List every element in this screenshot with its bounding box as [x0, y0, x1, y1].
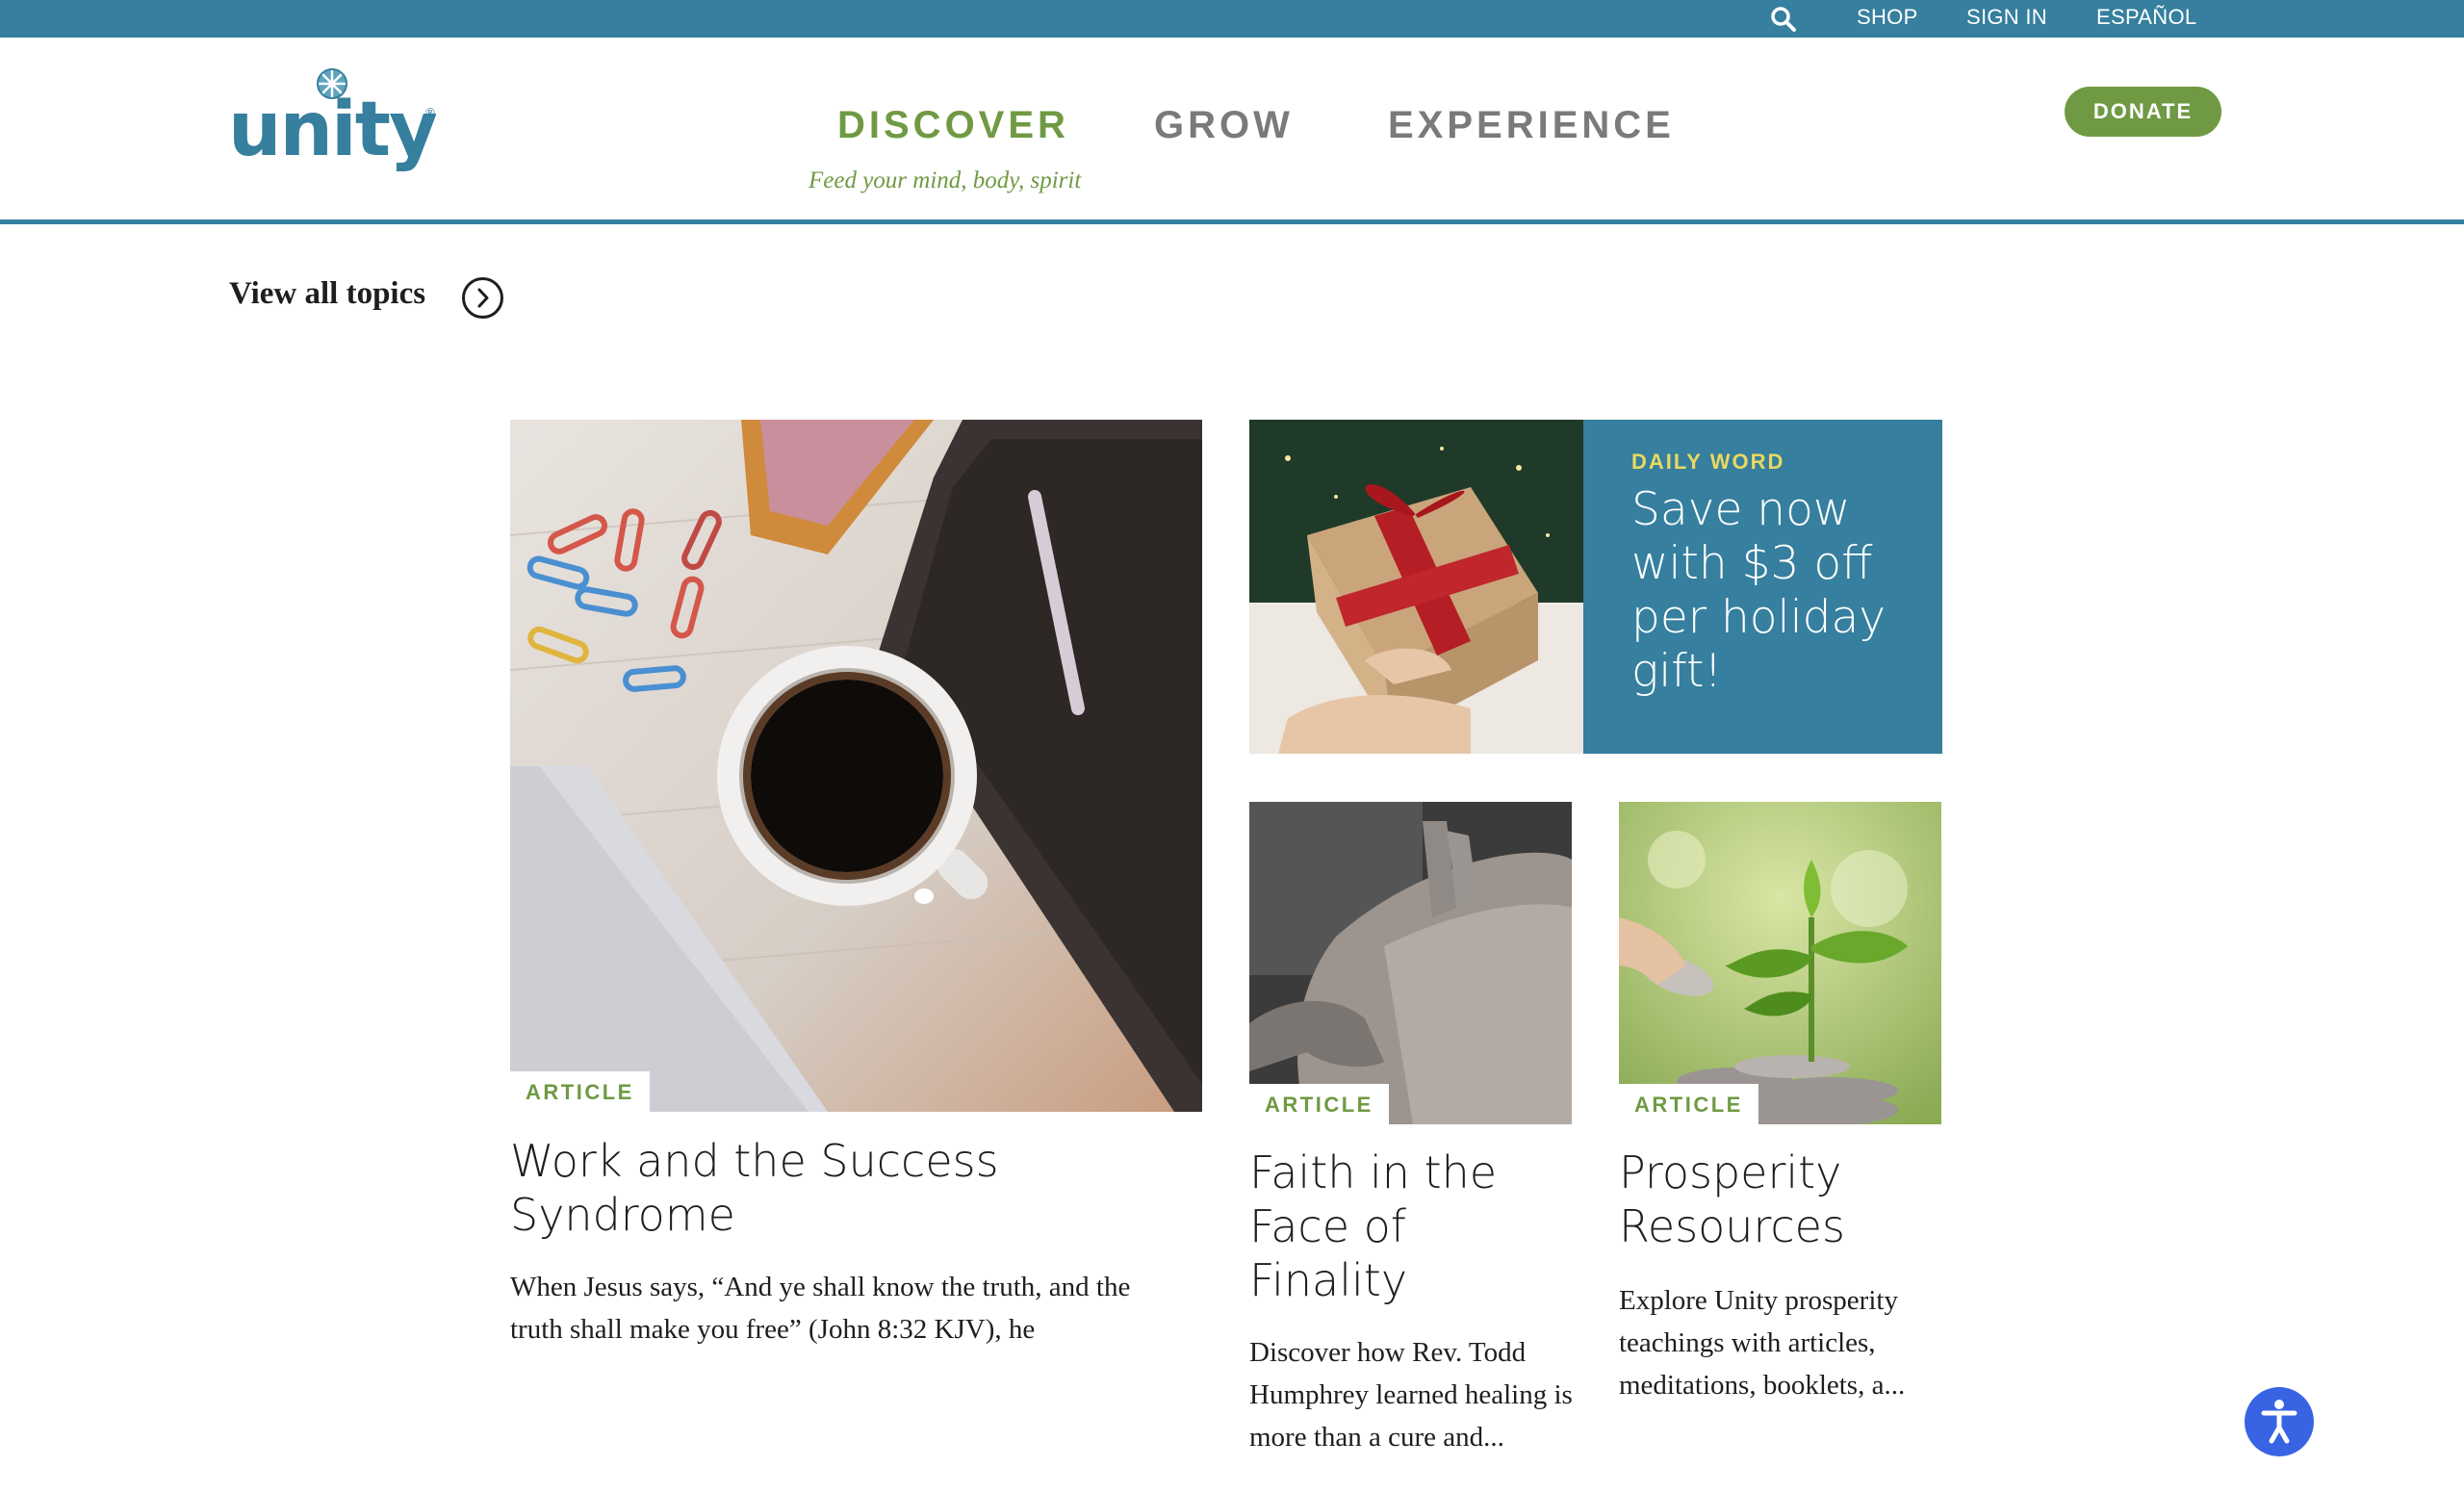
promo-title[interactable]: Save now with $3 off per holiday gift! — [1631, 483, 1920, 699]
top-utility-bar: SHOP SIGN IN ESPAÑOL — [0, 0, 2464, 38]
sign-in-link[interactable]: SIGN IN — [1966, 5, 2047, 30]
faith-article-tag: ARTICLE — [1249, 1084, 1389, 1124]
nav-discover-subtitle: Feed your mind, body, spirit — [808, 167, 1082, 193]
espanol-link[interactable]: ESPAÑOL — [2096, 5, 2196, 30]
faith-article-title[interactable]: Faith in the Face of Finality — [1249, 1145, 1557, 1307]
featured-article-title[interactable]: Work and the Success Syndrome — [510, 1134, 1184, 1242]
svg-text:®: ® — [424, 106, 436, 119]
chevron-right-circle-icon[interactable] — [461, 276, 504, 320]
accessibility-icon — [2261, 1400, 2297, 1444]
prosperity-article-image[interactable] — [1619, 802, 1941, 1124]
featured-article-tag: ARTICLE — [510, 1071, 650, 1112]
featured-article-description: When Jesus says, “And ye shall know the … — [510, 1272, 1131, 1345]
promo-label: DAILY WORD — [1631, 450, 1785, 474]
prosperity-article-description: Explore Unity prosperity teachings with … — [1619, 1285, 1906, 1401]
faith-article-description: Discover how Rev. Todd Humphrey learned … — [1249, 1337, 1573, 1453]
accessibility-button[interactable] — [2245, 1387, 2314, 1456]
search-icon[interactable] — [1769, 5, 1798, 34]
nav-grow[interactable]: GROW — [1154, 104, 1294, 147]
svg-text:unity: unity — [228, 87, 436, 172]
site-header: unity ® DISCOVER Feed your mind, body, s… — [0, 38, 2464, 224]
nav-discover[interactable]: DISCOVER — [837, 104, 1069, 147]
holiday-gift-image[interactable] — [1249, 420, 1583, 754]
faith-article-image[interactable] — [1249, 802, 1572, 1124]
nav-experience[interactable]: EXPERIENCE — [1388, 104, 1675, 147]
featured-article-image[interactable] — [510, 420, 1202, 1112]
shop-link[interactable]: SHOP — [1857, 5, 1918, 30]
view-all-topics-link[interactable]: View all topics — [229, 276, 425, 312]
unity-logo[interactable]: unity ® — [228, 66, 436, 172]
prosperity-article-tag: ARTICLE — [1619, 1084, 1758, 1124]
prosperity-article-title[interactable]: Prosperity Resources — [1619, 1145, 1927, 1253]
donate-button[interactable]: DONATE — [2065, 87, 2221, 137]
